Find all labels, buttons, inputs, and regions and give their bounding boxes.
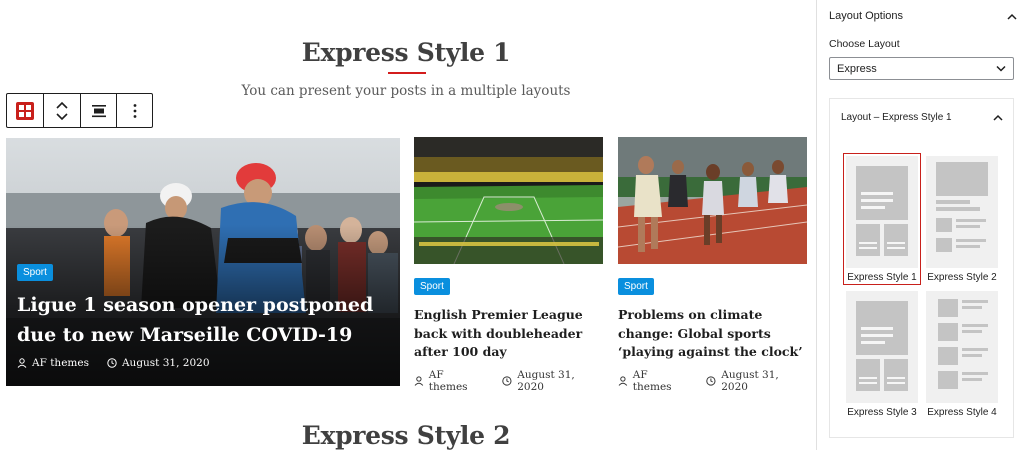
post-date: August 31, 2020 [721,369,779,393]
post-meta: AF themes August 31, 2020 [414,369,603,393]
user-icon [17,358,27,368]
layout-preview-thumbnail [846,156,918,268]
layout-style-option-3[interactable]: Express Style 3 [846,291,918,421]
more-options-button[interactable] [117,94,152,127]
category-badge[interactable]: Sport [17,264,53,281]
style-label: Express Style 2 [927,272,997,283]
clock-icon [502,376,512,386]
layout-style-option-2[interactable]: Express Style 2 [926,156,998,286]
post-title[interactable]: Problems on climate change: Global sport… [618,306,807,362]
clock-icon [706,376,716,386]
post-card[interactable]: Sport Problems on climate change: Global… [618,137,807,393]
women-running-track-photo [618,137,807,264]
style-label: Express Style 4 [927,407,997,418]
layout-preview-thumbnail [846,291,918,403]
style-label: Express Style 3 [847,407,917,418]
category-badge[interactable]: Sport [618,278,654,295]
section-title: Express Style 1 [301,38,511,67]
title-underline [388,72,426,74]
post-author[interactable]: AF themes [429,369,485,393]
post-date: August 31, 2020 [121,357,210,369]
panel-title: Layout Options [829,10,903,22]
post-date: August 31, 2020 [517,369,575,393]
grid-block-icon [16,101,34,120]
move-up-down-icon [56,101,68,120]
clock-icon [107,358,117,368]
layout-style-option-4[interactable]: Express Style 4 [926,291,998,421]
layout-style-panel: Layout – Express Style 1 Express Style 1 [829,98,1014,438]
football-stadium-photo [414,137,603,264]
post-meta: AF themes August 31, 2020 [17,357,210,369]
align-center-icon [91,104,106,117]
block-toolbar [6,93,153,128]
layout-select-value: Express [837,62,877,75]
chevron-up-icon [1007,13,1017,20]
post-author[interactable]: AF themes [32,357,89,369]
user-icon [618,376,628,386]
post-author[interactable]: AF themes [633,369,689,393]
chevron-down-icon [996,65,1006,72]
section-title: Express Style 2 [301,421,511,450]
layout-select[interactable]: Express [829,57,1014,80]
move-block-button[interactable] [44,94,81,127]
post-meta: AF themes August 31, 2020 [618,369,807,393]
post-title[interactable]: English Premier League back with doubleh… [414,306,603,362]
post-title[interactable]: Ligue 1 season opener postponed due to n… [17,290,395,350]
choose-layout-label: Choose Layout [829,38,900,50]
style-label: Express Style 1 [847,272,917,283]
layout-preview-thumbnail [926,291,998,403]
post-card[interactable]: Sport English Premier League back with d… [414,137,603,393]
editor-canvas: Express Style 1 You can present your pos… [0,0,816,450]
align-button[interactable] [81,94,117,127]
category-badge[interactable]: Sport [414,278,450,295]
layout-options-panel-toggle[interactable]: Layout Options [829,9,1017,23]
sub-panel-title: Layout – Express Style 1 [841,112,952,123]
chevron-up-icon [993,114,1003,121]
block-type-button[interactable] [7,94,44,127]
layout-style-panel-toggle[interactable]: Layout – Express Style 1 [841,112,1003,123]
settings-sidebar: Layout Options Choose Layout Express Lay… [816,0,1024,450]
post-card-featured[interactable]: Sport Ligue 1 season opener postponed du… [6,138,400,386]
more-vertical-icon [133,103,136,118]
user-icon [414,376,424,386]
layout-style-option-1[interactable]: Express Style 1 [843,153,921,286]
layout-preview-thumbnail [926,156,998,268]
